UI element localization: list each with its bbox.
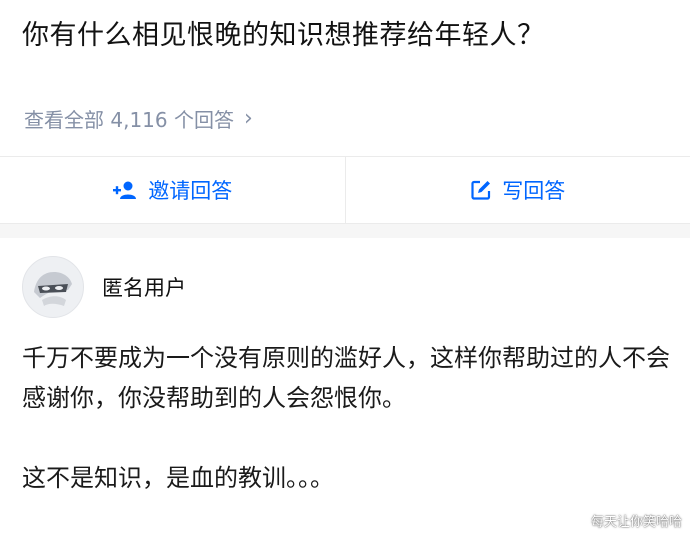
action-bar: 邀请回答 写回答 [0, 156, 690, 224]
watermark: 每天让你笑哈哈 [590, 515, 682, 530]
invite-answer-button[interactable]: 邀请回答 [0, 157, 345, 223]
chevron-right-icon: › [243, 106, 253, 131]
invite-answer-label: 邀请回答 [148, 179, 233, 203]
write-answer-button[interactable]: 写回答 [344, 157, 690, 223]
mask-icon [34, 272, 72, 306]
answer-card: 匿名用户 千万不要成为一个没有原则的滥好人，这样你帮助过的人不会感谢你，你没帮助… [0, 238, 690, 544]
write-answer-label: 写回答 [502, 179, 566, 203]
answer-author[interactable]: 匿名用户 [22, 256, 186, 318]
answer-content[interactable]: 千万不要成为一个没有原则的滥好人，这样你帮助过的人不会感谢你，你没帮助到的人会怨… [22, 338, 672, 498]
add-user-icon [113, 181, 137, 199]
answer-paragraph: 千万不要成为一个没有原则的滥好人，这样你帮助过的人不会感谢你，你没帮助到的人会怨… [22, 344, 670, 412]
view-all-label: 查看全部 4,116 个回答 [24, 108, 234, 132]
answer-paragraph: 这不是知识，是血的教训。。。 [22, 464, 334, 492]
author-name[interactable]: 匿名用户 [102, 272, 186, 302]
view-all-answers-link[interactable]: 查看全部 4,116 个回答 › [24, 104, 253, 133]
anonymous-avatar-icon[interactable] [22, 256, 84, 318]
section-divider [0, 224, 690, 238]
edit-icon [471, 180, 491, 200]
question-title[interactable]: 你有什么相见恨晚的知识想推荐给年轻人？ [22, 18, 668, 54]
question-header: 你有什么相见恨晚的知识想推荐给年轻人？ [0, 0, 690, 88]
